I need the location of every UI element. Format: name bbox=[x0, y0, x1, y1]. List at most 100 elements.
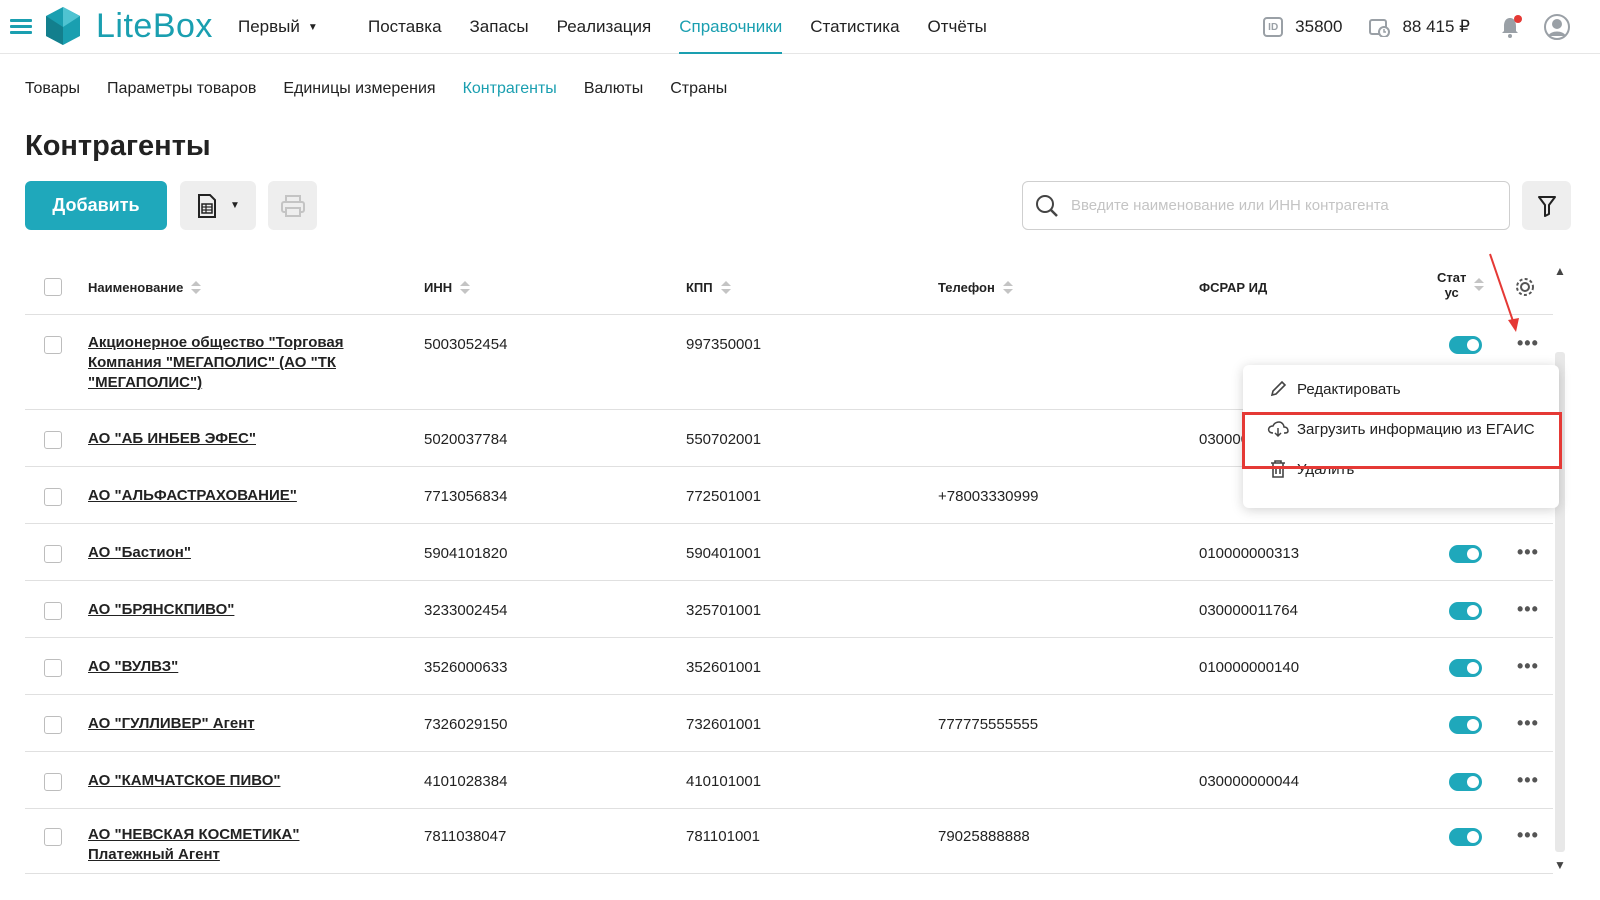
status-toggle[interactable] bbox=[1449, 659, 1482, 677]
status-toggle[interactable] bbox=[1449, 716, 1482, 734]
id-icon: ID bbox=[1263, 17, 1284, 37]
row-checkbox[interactable] bbox=[44, 602, 62, 620]
table-row[interactable]: АО "КАМЧАТСКОЕ ПИВО" 4101028384 410101001 0… bbox=[25, 752, 1553, 809]
org-select[interactable]: Первый ▼ bbox=[238, 17, 318, 37]
select-all-checkbox[interactable] bbox=[44, 278, 62, 296]
cell-name[interactable]: АО "Бастион" bbox=[88, 543, 388, 563]
more-icon[interactable]: ••• bbox=[1517, 713, 1539, 734]
row-checkbox[interactable] bbox=[44, 545, 62, 563]
menu-item-edit[interactable]: Редактировать bbox=[1267, 379, 1401, 399]
cell-phone: +78003330999 bbox=[938, 488, 1039, 505]
nav-item-4[interactable]: Статистика bbox=[810, 0, 899, 54]
status-toggle[interactable] bbox=[1449, 602, 1482, 620]
header-phone[interactable]: Телефон bbox=[938, 280, 1013, 295]
subnav-item-0[interactable]: Товары bbox=[25, 80, 80, 98]
status-toggle[interactable] bbox=[1449, 828, 1482, 846]
filter-button[interactable] bbox=[1522, 181, 1571, 230]
export-button[interactable]: ▼ bbox=[180, 181, 256, 230]
table-row[interactable]: АО "НЕВСКАЯ КОСМЕТИКА" Платежный Агент 78… bbox=[25, 809, 1553, 874]
scroll-up-icon[interactable]: ▲ bbox=[1554, 264, 1566, 278]
subnav-item-2[interactable]: Единицы измерения bbox=[283, 80, 435, 98]
top-bar: LiteBox Первый ▼ Поставка Запасы Реализаци… bbox=[0, 0, 1600, 54]
header-inn[interactable]: ИНН bbox=[424, 280, 471, 295]
cell-name[interactable]: АО "АЛЬФАСТРАХОВАНИЕ" bbox=[88, 486, 388, 506]
nav-item-3[interactable]: Справочники bbox=[679, 0, 783, 54]
cell-inn: 3233002454 bbox=[424, 602, 508, 619]
scroll-down-icon[interactable]: ▼ bbox=[1554, 858, 1566, 872]
more-icon[interactable]: ••• bbox=[1517, 656, 1539, 677]
search-box[interactable] bbox=[1022, 181, 1510, 230]
print-button[interactable] bbox=[268, 181, 317, 230]
row-checkbox[interactable] bbox=[44, 716, 62, 734]
litebox-logo-icon bbox=[46, 7, 80, 45]
annotation-arrow bbox=[1489, 253, 1519, 332]
cell-phone: 79025888888 bbox=[938, 828, 1030, 845]
add-button[interactable]: Добавить bbox=[25, 181, 167, 230]
header-kpp[interactable]: КПП bbox=[686, 280, 731, 295]
user-avatar-icon[interactable] bbox=[1544, 14, 1570, 40]
cell-name[interactable]: АО "БРЯНСКПИВО" bbox=[88, 600, 388, 620]
document-icon bbox=[198, 193, 217, 218]
table-row[interactable]: АО "ГУЛЛИВЕР" Агент 7326029150 732601001 77… bbox=[25, 695, 1553, 752]
cell-inn: 7713056834 bbox=[424, 488, 508, 505]
row-checkbox[interactable] bbox=[44, 488, 62, 506]
header-name[interactable]: Наименование bbox=[88, 280, 202, 295]
scrollbar[interactable]: ▲ ▼ bbox=[1553, 264, 1567, 872]
cell-inn: 5904101820 bbox=[424, 545, 508, 562]
bell-icon[interactable] bbox=[1498, 15, 1522, 39]
header-inn-label: ИНН bbox=[424, 280, 453, 295]
status-toggle[interactable] bbox=[1449, 773, 1482, 791]
pencil-icon bbox=[1267, 379, 1289, 399]
row-checkbox[interactable] bbox=[44, 431, 62, 449]
more-icon[interactable]: ••• bbox=[1517, 825, 1539, 846]
subnav-item-4[interactable]: Валюты bbox=[584, 80, 643, 98]
nav-item-1[interactable]: Запасы bbox=[470, 0, 529, 54]
sub-nav: Товары Параметры товаров Единицы измерения… bbox=[25, 80, 754, 98]
cell-fsrar: 010000000313 bbox=[1199, 545, 1300, 562]
org-name: Первый bbox=[238, 17, 300, 36]
more-icon[interactable]: ••• bbox=[1517, 542, 1539, 563]
table-row[interactable]: АО "ВУЛВЗ" 3526000633 352601001 01000000014… bbox=[25, 638, 1553, 695]
row-checkbox[interactable] bbox=[44, 828, 62, 846]
nav-item-2[interactable]: Реализация bbox=[557, 0, 652, 54]
cell-kpp: 550702001 bbox=[686, 431, 762, 448]
status-toggle[interactable] bbox=[1449, 545, 1482, 563]
cell-kpp: 732601001 bbox=[686, 716, 762, 733]
menu-item-edit-label: Редактировать bbox=[1297, 380, 1401, 398]
filter-icon bbox=[1537, 195, 1556, 217]
subnav-item-1[interactable]: Параметры товаров bbox=[107, 80, 256, 98]
highlight-box bbox=[1242, 412, 1562, 469]
table-row[interactable]: АО "БРЯНСКПИВО" 3233002454 325701001 030000… bbox=[25, 581, 1553, 638]
logo[interactable]: LiteBox bbox=[42, 5, 213, 47]
cell-name[interactable]: АО "КАМЧАТСКОЕ ПИВО" bbox=[88, 771, 388, 791]
header-name-label: Наименование bbox=[88, 280, 184, 295]
row-checkbox[interactable] bbox=[44, 659, 62, 677]
cell-name[interactable]: Акционерное общество "Торговая Компания … bbox=[88, 333, 388, 393]
more-icon[interactable]: ••• bbox=[1517, 599, 1539, 620]
cell-inn: 5003052454 bbox=[424, 336, 508, 353]
cell-kpp: 352601001 bbox=[686, 659, 762, 676]
nav-item-5[interactable]: Отчёты bbox=[928, 0, 987, 54]
nav-item-0[interactable]: Поставка bbox=[368, 0, 442, 54]
cell-kpp: 772501001 bbox=[686, 488, 762, 505]
cell-name[interactable]: АО "ГУЛЛИВЕР" Агент bbox=[88, 714, 388, 734]
header-fsrar-label: ФСРАР ИД bbox=[1199, 280, 1268, 295]
table-row[interactable]: АО "Бастион" 5904101820 590401001 010000000… bbox=[25, 524, 1553, 581]
row-checkbox[interactable] bbox=[44, 773, 62, 791]
more-icon[interactable]: ••• bbox=[1517, 770, 1539, 791]
row-checkbox[interactable] bbox=[44, 336, 62, 354]
subnav-item-3[interactable]: Контрагенты bbox=[463, 80, 557, 98]
menu-icon[interactable] bbox=[10, 19, 32, 35]
search-input[interactable] bbox=[1071, 197, 1491, 214]
cell-kpp: 781101001 bbox=[686, 828, 760, 845]
caret-down-icon: ▼ bbox=[307, 21, 318, 33]
cell-kpp: 410101001 bbox=[686, 773, 762, 790]
subnav-item-5[interactable]: Страны bbox=[670, 80, 727, 98]
balance: 88 415 ₽ bbox=[1402, 17, 1470, 36]
cell-name[interactable]: АО "ВУЛВЗ" bbox=[88, 657, 388, 677]
caret-down-icon: ▼ bbox=[230, 200, 240, 211]
cell-name[interactable]: АО "НЕВСКАЯ КОСМЕТИКА" Платежный Агент bbox=[88, 825, 388, 865]
search-icon bbox=[1036, 194, 1058, 217]
cell-name[interactable]: АО "АБ ИНБЕВ ЭФЕС" bbox=[88, 429, 388, 449]
cell-inn: 7811038047 bbox=[424, 828, 507, 845]
